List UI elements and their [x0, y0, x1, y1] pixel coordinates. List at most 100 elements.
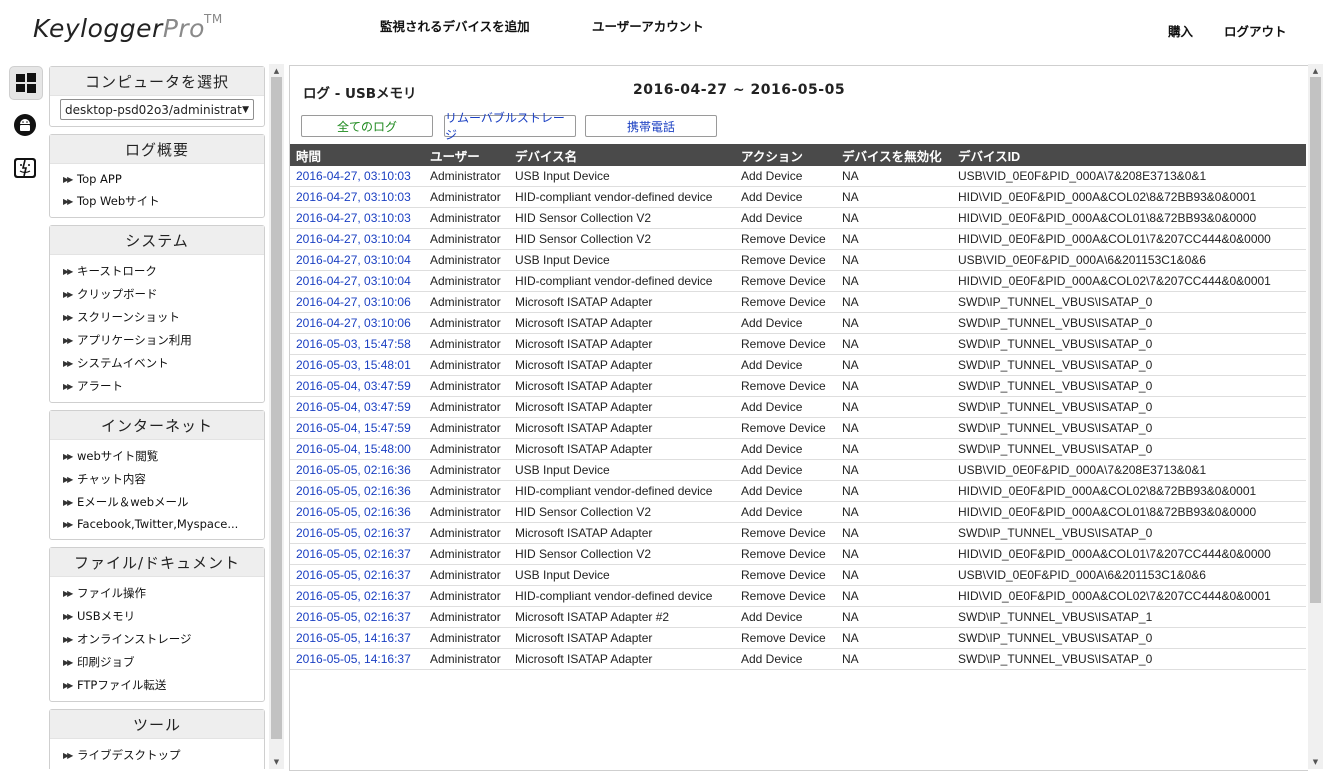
table-row: 2016-04-27, 03:10:03 Administrator HID Sen…	[290, 207, 1306, 229]
sidebar-item[interactable]: ▶▶ システムイベント	[50, 352, 264, 375]
log-time-link[interactable]: 2016-05-05, 14:16:37	[290, 627, 424, 649]
log-time-link[interactable]: 2016-04-27, 03:10:03	[290, 186, 424, 208]
log-time-link[interactable]: 2016-05-05, 02:16:37	[290, 606, 424, 628]
sidebar-item[interactable]: ▶▶ USBメモリ	[50, 605, 264, 628]
table-cell: Add Device	[735, 459, 836, 481]
sidebar-item[interactable]: ▶▶ Top APP	[50, 169, 264, 190]
table-cell: Remove Device	[735, 564, 836, 586]
sidebar-item-label: 印刷ジョブ	[77, 655, 135, 669]
computer-select[interactable]: desktop-psd02o3/administrat ▼	[60, 99, 254, 120]
scroll-up-icon[interactable]: ▲	[269, 64, 284, 78]
table-cell: NA	[836, 480, 952, 502]
log-time-link[interactable]: 2016-04-27, 03:10:04	[290, 249, 424, 271]
table-cell: SWD\IP_TUNNEL_VBUS\ISATAP_0	[952, 648, 1306, 670]
log-time-link[interactable]: 2016-05-05, 02:16:37	[290, 522, 424, 544]
buy-link[interactable]: 購入	[1168, 21, 1193, 40]
scroll-down-icon[interactable]: ▼	[269, 755, 284, 769]
column-header[interactable]: デバイス名	[509, 144, 735, 166]
column-header[interactable]: デバイスを無効化	[836, 144, 952, 166]
sidebar-item[interactable]: ▶▶ アラート	[50, 375, 264, 398]
log-time-link[interactable]: 2016-04-27, 03:10:04	[290, 270, 424, 292]
log-time-link[interactable]: 2016-05-04, 03:47:59	[290, 396, 424, 418]
table-cell: USB Input Device	[509, 459, 735, 481]
column-header[interactable]: デバイスID	[952, 144, 1306, 166]
log-time-link[interactable]: 2016-04-27, 03:10:03	[290, 207, 424, 229]
table-cell: Microsoft ISATAP Adapter	[509, 375, 735, 397]
main-scrollbar[interactable]: ▲ ▼	[1308, 64, 1323, 769]
sidebar-item[interactable]: ▶▶ オンラインストレージ	[50, 628, 264, 651]
table-row: 2016-05-05, 02:16:37 Administrator USB Inp…	[290, 564, 1306, 586]
sidebar-item[interactable]: ▶▶ スクリーンショット	[50, 306, 264, 329]
table-row: 2016-05-03, 15:47:58 Administrator Microso…	[290, 333, 1306, 355]
log-time-link[interactable]: 2016-05-03, 15:48:01	[290, 354, 424, 376]
scroll-down-icon[interactable]: ▼	[1308, 755, 1323, 769]
logout-link[interactable]: ログアウト	[1224, 21, 1287, 40]
filter-removable-storage-button[interactable]: リムーバブルストレージ	[444, 111, 576, 142]
main-scroll-thumb[interactable]	[1310, 77, 1321, 603]
sidebar-item[interactable]: ▶▶ Eメール＆webメール	[50, 491, 264, 514]
filter-all-logs-button[interactable]: 全てのログ	[301, 115, 433, 137]
log-time-link[interactable]: 2016-05-05, 02:16:37	[290, 585, 424, 607]
table-cell: Administrator	[424, 459, 509, 481]
table-row: 2016-04-27, 03:10:04 Administrator HID Sen…	[290, 228, 1306, 250]
log-time-link[interactable]: 2016-05-05, 02:16:37	[290, 564, 424, 586]
table-cell: Add Device	[735, 207, 836, 229]
windows-icon[interactable]	[9, 66, 43, 100]
add-device-link[interactable]: 監視されるデバイスを追加	[380, 16, 530, 35]
sidebar-item[interactable]: ▶▶ ライブデスクトップ	[50, 744, 264, 767]
user-account-link[interactable]: ユーザーアカウント	[592, 16, 704, 35]
table-row: 2016-04-27, 03:10:03 Administrator HID-com…	[290, 186, 1306, 208]
log-time-link[interactable]: 2016-05-05, 02:16:36	[290, 501, 424, 523]
table-row: 2016-04-27, 03:10:04 Administrator USB Inp…	[290, 249, 1306, 271]
sidebar: コンピュータを選択 desktop-psd02o3/administrat ▼ …	[49, 66, 265, 769]
table-cell: HID Sensor Collection V2	[509, 543, 735, 565]
sidebar-item[interactable]: ▶▶ チャット内容	[50, 468, 264, 491]
table-cell: HID-compliant vendor-defined device	[509, 480, 735, 502]
mac-icon[interactable]	[9, 152, 41, 184]
table-cell: Administrator	[424, 354, 509, 376]
sidebar-item[interactable]: ▶▶ ファイル操作	[50, 582, 264, 605]
log-time-link[interactable]: 2016-04-27, 03:10:06	[290, 291, 424, 313]
sidebar-item[interactable]: ▶▶ Facebook,Twitter,Myspace...	[50, 514, 264, 535]
log-time-link[interactable]: 2016-05-05, 14:16:37	[290, 648, 424, 670]
chevron-down-icon: ▼	[242, 104, 249, 115]
filter-mobile-phone-button[interactable]: 携帯電話	[585, 115, 717, 137]
sidebar-section: インターネット ▶▶ webサイト閲覧 ▶▶ チャット内容 ▶▶ Eメール＆webメール ▶▶…	[49, 410, 265, 540]
log-time-link[interactable]: 2016-04-27, 03:10:06	[290, 312, 424, 334]
sidebar-item[interactable]: ▶▶ 印刷ジョブ	[50, 651, 264, 674]
log-time-link[interactable]: 2016-05-03, 15:47:58	[290, 333, 424, 355]
sidebar-scrollbar[interactable]: ▲ ▼	[269, 64, 284, 769]
table-cell: Administrator	[424, 417, 509, 439]
column-header[interactable]: アクション	[735, 144, 836, 166]
table-row: 2016-04-27, 03:10:06 Administrator Microso…	[290, 312, 1306, 334]
computer-select-box: コンピュータを選択 desktop-psd02o3/administrat ▼	[49, 66, 265, 127]
log-time-link[interactable]: 2016-04-27, 03:10:03	[290, 166, 424, 187]
log-time-link[interactable]: 2016-05-05, 02:16:36	[290, 480, 424, 502]
sidebar-section-title: システム	[50, 226, 264, 255]
log-time-link[interactable]: 2016-05-04, 15:48:00	[290, 438, 424, 460]
scroll-up-icon[interactable]: ▲	[1308, 64, 1323, 78]
log-time-link[interactable]: 2016-05-05, 02:16:37	[290, 543, 424, 565]
sidebar-item[interactable]: ▶▶ アプリケーション利用	[50, 329, 264, 352]
sidebar-item[interactable]: ▶▶ Top Webサイト	[50, 190, 264, 213]
sidebar-item[interactable]: ▶▶ webサイト閲覧	[50, 445, 264, 468]
log-time-link[interactable]: 2016-05-04, 15:47:59	[290, 417, 424, 439]
sidebar-item[interactable]: ▶▶ キーストローク	[50, 260, 264, 283]
table-cell: NA	[836, 396, 952, 418]
table-cell: HID\VID_0E0F&PID_000A&COL01\8&72BB93&0&0…	[952, 501, 1306, 523]
sidebar-item[interactable]: ▶▶ FTPファイル転送	[50, 674, 264, 697]
table-cell: Remove Device	[735, 627, 836, 649]
table-cell: Microsoft ISATAP Adapter	[509, 648, 735, 670]
log-time-link[interactable]: 2016-05-05, 02:16:36	[290, 459, 424, 481]
column-header[interactable]: 時間	[290, 144, 424, 166]
sidebar-scroll-thumb[interactable]	[271, 77, 282, 739]
sidebar-item[interactable]: ▶▶ クリップボード	[50, 283, 264, 306]
table-cell: Add Device	[735, 396, 836, 418]
logo-text-accent: Pro	[162, 14, 205, 43]
android-icon[interactable]	[9, 109, 41, 141]
log-time-link[interactable]: 2016-04-27, 03:10:04	[290, 228, 424, 250]
log-time-link[interactable]: 2016-05-04, 03:47:59	[290, 375, 424, 397]
table-cell: Microsoft ISATAP Adapter #2	[509, 606, 735, 628]
double-arrow-icon: ▶▶	[63, 635, 73, 644]
column-header[interactable]: ユーザー	[424, 144, 509, 166]
